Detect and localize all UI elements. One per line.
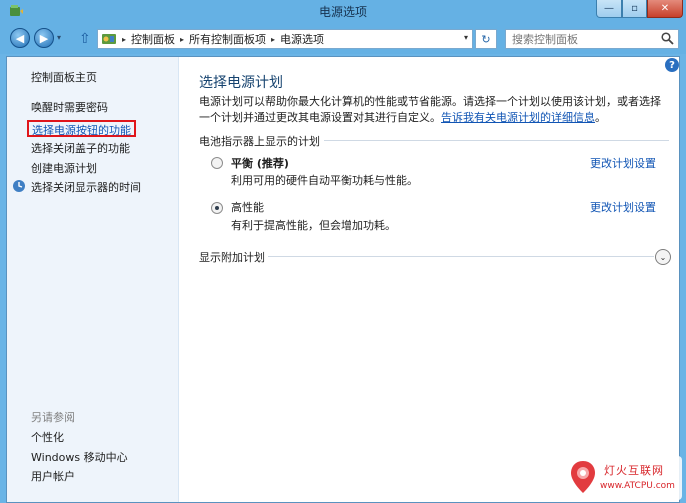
watermark-url: www.ATCPU.com — [600, 481, 675, 491]
sidebar-item-mobility-center[interactable]: Windows 移动中心 — [31, 449, 128, 465]
expand-chevron-icon[interactable]: ⌄ — [655, 249, 671, 265]
sidebar-item-create-plan[interactable]: 创建电源计划 — [31, 160, 97, 176]
breadcrumb-separator[interactable]: ▸ — [271, 35, 275, 44]
watermark-logo-icon — [571, 461, 595, 493]
battery-plans-heading: 电池指示器上显示的计划 — [199, 135, 320, 148]
divider — [268, 256, 654, 257]
address-dropdown-icon[interactable]: ▾ — [464, 33, 468, 42]
sidebar-item-display-off[interactable]: 选择关闭显示器的时间 — [31, 179, 141, 195]
plan-high-performance-description: 有利于提高性能，但会增加功耗。 — [231, 219, 396, 232]
breadcrumb-control-panel[interactable]: 控制面板 — [131, 31, 175, 47]
plan-balanced-name[interactable]: 平衡 (推荐) — [231, 155, 289, 171]
watermark-name: 灯火互联网 — [604, 464, 664, 477]
breadcrumb-separator[interactable]: ▸ — [180, 35, 184, 44]
breadcrumb-all-items[interactable]: 所有控制面板项 — [189, 31, 266, 47]
title-bar: 电源选项 — ▫ ✕ — [0, 0, 686, 22]
breadcrumb-power-options[interactable]: 电源选项 — [280, 31, 324, 47]
breadcrumb-separator: ▸ — [122, 34, 127, 44]
additional-plans-heading[interactable]: 显示附加计划 — [199, 249, 265, 265]
forward-button[interactable]: ▶ — [34, 28, 54, 48]
plan-balanced-description: 利用可用的硬件自动平衡功耗与性能。 — [231, 174, 418, 187]
address-bar[interactable]: ▸ 控制面板 ▸ 所有控制面板项 ▸ 电源选项 ▾ — [97, 29, 473, 49]
site-watermark: 灯火互联网 www.ATCPU.com — [566, 456, 682, 500]
search-box[interactable] — [505, 29, 679, 49]
plan-balanced-radio[interactable] — [211, 157, 223, 169]
see-also-heading: 另请参阅 — [31, 411, 75, 424]
window-title: 电源选项 — [318, 5, 367, 19]
sidebar: 控制面板主页 唤醒时需要密码 选择电源按钮的功能 选择关闭盖子的功能 创建电源计… — [7, 57, 179, 502]
back-button[interactable]: ◀ — [10, 28, 30, 48]
plan-balanced-settings-link[interactable]: 更改计划设置 — [590, 155, 656, 171]
plan-high-performance-radio[interactable] — [211, 202, 223, 214]
refresh-button[interactable]: ↻ — [475, 29, 497, 49]
search-input[interactable] — [506, 30, 656, 48]
sidebar-item-power-button[interactable]: 选择电源按钮的功能 — [27, 120, 136, 137]
plan-high-performance-name[interactable]: 高性能 — [231, 199, 264, 215]
maximize-button[interactable]: ▫ — [622, 0, 647, 18]
power-plan-info-link[interactable]: 告诉我有关电源计划的详细信息 — [441, 111, 595, 124]
search-icon[interactable] — [661, 32, 674, 45]
minimize-button[interactable]: — — [596, 0, 622, 18]
divider — [324, 140, 669, 141]
up-arrow-icon[interactable]: ⇧ — [79, 31, 91, 47]
sidebar-item-user-accounts[interactable]: 用户帐户 — [31, 468, 75, 484]
sidebar-item-wake-password[interactable]: 唤醒时需要密码 — [31, 99, 108, 115]
recent-pages-dropdown[interactable]: ▾ — [57, 33, 61, 42]
help-icon[interactable]: ? — [665, 58, 679, 72]
navigation-bar: ◀ ▶ ▾ ⇧ ▸ 控制面板 ▸ 所有控制面板项 ▸ 电源选项 ▾ ↻ — [0, 22, 686, 54]
close-button[interactable]: ✕ — [647, 0, 683, 18]
plan-high-performance-settings-link[interactable]: 更改计划设置 — [590, 199, 656, 215]
sidebar-item-personalization[interactable]: 个性化 — [31, 429, 64, 445]
page-title: 选择电源计划 — [199, 75, 283, 91]
control-panel-icon — [102, 34, 116, 44]
sidebar-item-home[interactable]: 控制面板主页 — [31, 69, 97, 85]
sidebar-item-lid-close[interactable]: 选择关闭盖子的功能 — [31, 140, 130, 156]
display-timer-icon — [13, 180, 25, 192]
page-description: 电源计划可以帮助你最大化计算机的性能或节省能源。请选择一个计划以使用该计划，或者… — [199, 95, 661, 124]
